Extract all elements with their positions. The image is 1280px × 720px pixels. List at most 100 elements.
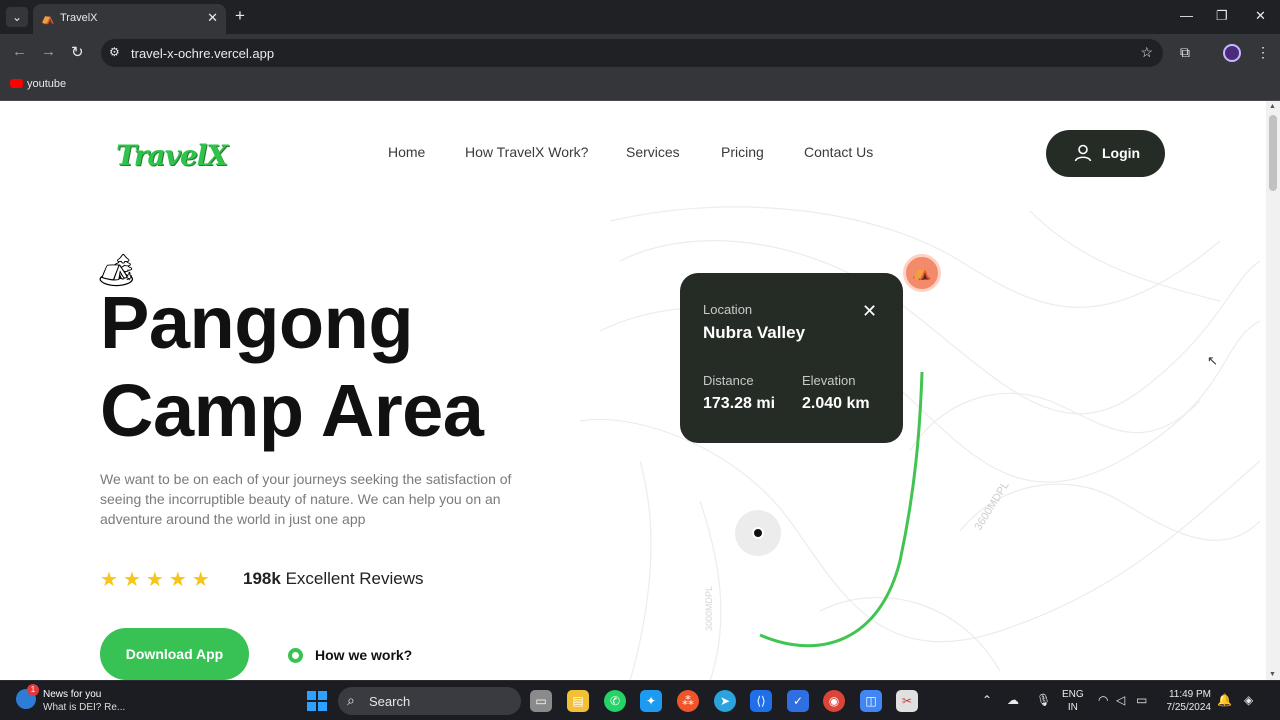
elevation-label: Elevation [802,373,856,388]
star-icon: ★ [191,569,210,591]
nav-how-it-works[interactable]: How TravelX Work? [465,144,588,160]
close-window-icon[interactable]: ✕ [1255,8,1266,24]
travelx-logo[interactable]: TravelX [116,139,228,172]
back-icon[interactable]: ← [12,43,27,60]
user-icon [1074,144,1092,162]
extensions-icon[interactable]: ⧉ [1180,44,1190,61]
close-card-icon[interactable]: ✕ [862,301,877,322]
hero-line-2: Camp Area [100,369,484,452]
wifi-icon[interactable]: ◠ [1098,693,1108,707]
nav-pricing[interactable]: Pricing [721,144,764,160]
scrollbar-thumb[interactable] [1269,115,1277,191]
news-badge: 1 [27,684,39,696]
elevation-value: 2.040 km [802,395,870,412]
microphone-icon[interactable]: 🎙 [1036,693,1051,707]
telegram-icon[interactable]: ➤ [714,690,736,712]
todo-icon[interactable]: ✓ [787,690,809,712]
url-text[interactable]: travel-x-ochre.vercel.app [131,46,274,61]
site-info-icon[interactable]: ⚙ [109,45,120,59]
notification-bell-icon[interactable]: 🔔 [1217,693,1232,707]
login-label: Login [1102,145,1141,161]
contour-label-2: 3000MDPL [704,586,714,631]
tab-title: TravelX [60,12,98,24]
copilot-icon[interactable]: ◈ [1244,693,1253,707]
language-region: IN [1067,702,1078,713]
news-title: News for you [43,689,102,700]
star-icon: ★ [100,569,118,591]
task-view-icon[interactable]: ▭ [530,690,552,712]
file-explorer-icon[interactable]: ▤ [567,690,589,712]
hero-description: We want to be on each of your journeys s… [100,471,512,527]
language-indicator[interactable]: ENG IN [1062,688,1084,714]
download-app-button[interactable]: Download App [100,628,249,680]
page-scrollbar[interactable]: ▲ ▼ [1266,101,1280,680]
nav-home[interactable]: Home [388,144,425,160]
system-clock[interactable]: 11:49 PM 7/25/2024 [1160,688,1212,714]
bookmark-star-icon[interactable]: ☆ [1140,44,1153,61]
news-subtitle: What is DEI? Re... [43,702,126,713]
tab-search-icon[interactable]: ⌄ [6,7,28,27]
scroll-down-icon[interactable]: ▼ [1269,671,1276,678]
youtube-icon [10,79,23,88]
store-icon[interactable]: ◫ [860,690,882,712]
whatsapp-icon[interactable]: ✆ [604,690,626,712]
menu-icon[interactable]: ⋮ [1256,44,1270,61]
rating-stars: ★ ★ ★ ★ ★ [100,567,215,592]
reviews-count: 198k [243,569,281,588]
profile-avatar[interactable] [1223,44,1241,62]
bookmark-youtube[interactable]: youtube [10,78,66,90]
login-button[interactable]: Login [1046,130,1165,177]
scroll-up-icon[interactable]: ▲ [1269,103,1276,110]
tent-favicon-icon: ⛺ [41,13,55,25]
taskbar-search[interactable]: ⌕ Search [338,687,521,715]
browser-toolbar: ← → ↻ ⚙ travel-x-ochre.vercel.app ☆ ⧉ ⋮ [0,34,1280,72]
close-tab-icon[interactable]: ✕ [207,10,218,26]
forward-icon[interactable]: → [41,43,56,60]
reload-icon[interactable]: ↻ [71,43,84,61]
vscode-icon[interactable]: ⟨⟩ [750,690,772,712]
nav-contact[interactable]: Contact Us [804,144,873,160]
windows-start-icon[interactable] [307,691,327,711]
search-icon: ⌕ [347,692,355,708]
bookmarks-bar: youtube [0,72,1280,101]
twitter-icon[interactable]: ✦ [640,690,662,712]
new-tab-icon[interactable]: + [235,6,245,26]
chrome-icon[interactable]: ◉ [823,690,845,712]
how-we-work-link[interactable]: How we work? [288,647,412,663]
snipping-tool-icon[interactable]: ✂ [896,690,918,712]
restore-icon[interactable]: ❐ [1216,8,1228,24]
clock-date: 7/25/2024 [1166,702,1212,713]
star-icon: ★ [145,569,164,591]
minimize-icon[interactable]: — [1180,8,1193,23]
battery-icon[interactable]: ▭ [1136,693,1147,707]
nav-services[interactable]: Services [626,144,680,160]
language-code: ENG [1062,689,1084,700]
page-viewport: 3600MDPL 3000MDPL TravelX Home How Trave… [0,101,1280,680]
volume-icon[interactable]: ◁ [1116,693,1125,707]
distance-label: Distance [703,373,754,388]
search-label: Search [369,694,411,709]
location-value: Nubra Valley [703,323,806,342]
how-we-work-label: How we work? [315,647,413,663]
windows-taskbar: 1 News for you What is DEI? Re... ⌕ Sear… [0,680,1280,720]
reviews-summary: 198k Excellent Reviews [243,569,424,589]
star-icon: ★ [168,569,187,591]
start-dot [752,527,764,539]
destination-pin[interactable]: ⛺ [903,254,941,292]
onedrive-icon[interactable]: ☁ [1007,693,1019,707]
star-icon: ★ [122,569,141,591]
reviews-label: Excellent Reviews [285,569,424,588]
radio-dot-icon [288,648,303,663]
app-cluster-icon[interactable]: ⁂ [677,690,699,712]
browser-tab[interactable]: ⛺ TravelX ✕ [33,4,226,34]
bookmark-label: youtube [27,78,67,90]
start-point-marker[interactable] [735,510,781,556]
clock-time: 11:49 PM [1168,689,1211,700]
browser-tabbar: ⌄ ⛺ TravelX ✕ + — ❐ ✕ [0,0,1280,34]
tray-chevron-icon[interactable]: ⌃ [982,693,992,707]
location-card: Location Nubra Valley ✕ Distance 173.28 … [680,273,903,443]
address-bar[interactable]: ⚙ travel-x-ochre.vercel.app ☆ [101,39,1163,67]
mouse-cursor-icon: ↖ [1207,353,1218,368]
contour-label: 3600MDPL [972,480,1011,533]
distance-value: 173.28 mi [703,395,776,412]
